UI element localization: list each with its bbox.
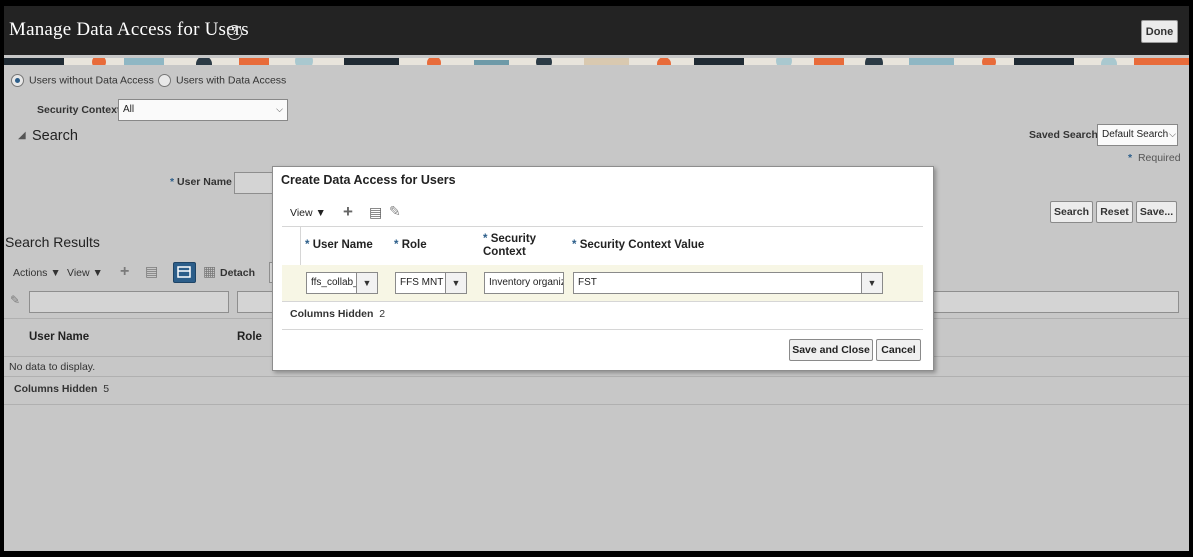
dialog-columns-hidden: Columns Hidden 2 bbox=[290, 308, 386, 320]
decorative-banner bbox=[4, 55, 1189, 65]
dialog-view-menu[interactable]: View ▼ bbox=[290, 207, 326, 219]
divider bbox=[4, 376, 1189, 377]
column-role[interactable]: Role bbox=[237, 331, 262, 343]
reset-button[interactable]: Reset bbox=[1096, 201, 1133, 223]
dialog-column-security-context: * Security Context bbox=[483, 233, 537, 258]
required-legend: * Required bbox=[1128, 152, 1181, 164]
create-data-access-dialog: Create Data Access for Users View ▼ + ▤ … bbox=[272, 166, 934, 371]
query-by-example-button[interactable] bbox=[173, 262, 196, 283]
search-results-heading: Search Results bbox=[5, 234, 100, 250]
user-name-label: * User Name bbox=[170, 176, 232, 188]
divider bbox=[282, 226, 923, 227]
cancel-button[interactable]: Cancel bbox=[876, 339, 921, 361]
radio-selected-icon[interactable] bbox=[11, 74, 24, 87]
done-button[interactable]: Done bbox=[1141, 20, 1178, 43]
dropdown-arrow-icon[interactable]: ▼ bbox=[356, 273, 377, 293]
divider bbox=[4, 404, 1189, 405]
page-header: Manage Data Access for Users ? Done bbox=[4, 6, 1189, 55]
chevron-down-icon: ⌵ bbox=[1169, 129, 1176, 139]
save-and-close-button[interactable]: Save and Close bbox=[789, 339, 873, 361]
add-row-icon[interactable]: + bbox=[343, 202, 353, 222]
dialog-title: Create Data Access for Users bbox=[281, 173, 456, 187]
filter-role-input[interactable] bbox=[237, 291, 277, 313]
saved-search-select[interactable]: Default Search ⌵ bbox=[1097, 124, 1178, 146]
radio-without-access[interactable]: Users without Data Access bbox=[11, 74, 154, 87]
view-menu[interactable]: View ▼ bbox=[67, 267, 103, 279]
security-context-select[interactable]: All ⌵ bbox=[118, 99, 288, 121]
detach-icon[interactable]: ▦ bbox=[203, 263, 216, 280]
security-context-label: Security Context bbox=[37, 104, 121, 116]
dialog-table-row: ffs_collab_ ▼ FFS MNT I ▼ Inventory orga… bbox=[282, 265, 923, 301]
row-user-name-input[interactable]: ffs_collab_ ▼ bbox=[306, 272, 378, 294]
pencil-icon: ✎ bbox=[10, 293, 21, 307]
filter-extra-input[interactable] bbox=[929, 291, 1179, 313]
row-security-context-value-input[interactable]: FST ▼ bbox=[573, 272, 883, 294]
dialog-column-role: * Role bbox=[394, 239, 427, 251]
row-role-input[interactable]: FFS MNT I ▼ bbox=[395, 272, 467, 294]
duplicate-icon[interactable]: ▤ bbox=[369, 204, 382, 221]
actions-menu[interactable]: Actions ▼ bbox=[13, 267, 61, 279]
search-button[interactable]: Search bbox=[1050, 201, 1093, 223]
radio-with-access[interactable]: Users with Data Access bbox=[158, 74, 286, 87]
divider bbox=[282, 329, 923, 330]
radio-unselected-icon[interactable] bbox=[158, 74, 171, 87]
column-user-name[interactable]: User Name bbox=[29, 331, 89, 343]
save-search-button[interactable]: Save... bbox=[1136, 201, 1177, 223]
search-heading: Search bbox=[32, 128, 78, 144]
add-icon[interactable]: + bbox=[120, 263, 129, 281]
dialog-column-user-name: * User Name bbox=[305, 239, 373, 251]
freeze-icon[interactable]: ▤ bbox=[145, 263, 158, 280]
saved-search-label: Saved Search bbox=[1029, 129, 1098, 141]
page-title: Manage Data Access for Users bbox=[9, 19, 249, 40]
divider bbox=[282, 301, 923, 302]
dropdown-arrow-icon[interactable]: ▼ bbox=[861, 273, 882, 293]
help-icon[interactable]: ? bbox=[227, 25, 242, 40]
edit-pencil-icon[interactable]: ✎ bbox=[389, 203, 401, 220]
row-security-context-input[interactable]: Inventory organiz bbox=[484, 272, 564, 294]
collapse-triangle-icon[interactable]: ◢ bbox=[18, 130, 26, 141]
dropdown-arrow-icon[interactable]: ▼ bbox=[445, 273, 466, 293]
app-frame: Manage Data Access for Users ? Done User… bbox=[4, 6, 1189, 551]
columns-hidden-status: Columns Hidden 5 bbox=[14, 383, 110, 395]
chevron-down-icon: ⌵ bbox=[276, 104, 283, 114]
empty-message: No data to display. bbox=[9, 361, 96, 373]
detach-label[interactable]: Detach bbox=[220, 267, 255, 279]
filter-user-name-input[interactable] bbox=[29, 291, 229, 313]
dialog-column-security-context-value: * Security Context Value bbox=[572, 239, 705, 251]
